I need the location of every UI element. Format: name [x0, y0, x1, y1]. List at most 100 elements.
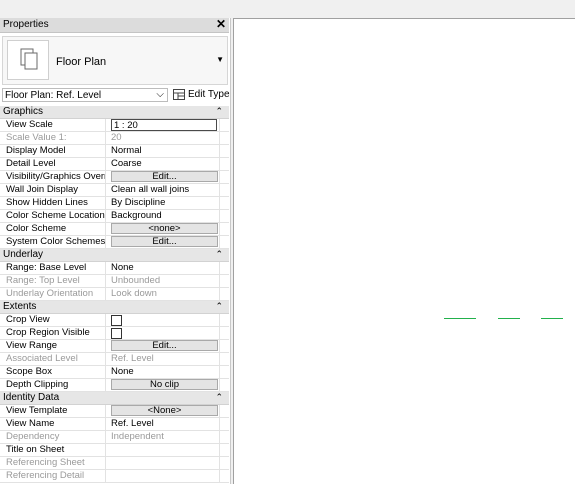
- property-value: [111, 470, 217, 482]
- collapse-icon[interactable]: ⌃: [215, 392, 223, 403]
- wall-join-value[interactable]: Clean all wall joins: [111, 184, 217, 196]
- group-identity-data[interactable]: Identity Data ⌃: [0, 392, 229, 405]
- row-depth-clipping: Depth Clipping No clip: [0, 379, 229, 392]
- property-name: Dependency: [0, 431, 106, 443]
- property-name: Crop Region Visible: [0, 327, 106, 339]
- drawing-area[interactable]: [233, 18, 575, 484]
- properties-palette: Properties ✕ Floor Plan ▼ Floor Plan: Re…: [0, 17, 231, 484]
- crop-region-cell: [111, 327, 217, 339]
- property-name: Range: Base Level: [0, 262, 106, 274]
- green-line-segment: [498, 318, 520, 319]
- chevron-down-icon[interactable]: ⌵: [156, 89, 164, 100]
- row-dependency: Dependency Independent: [0, 431, 229, 444]
- property-name: Wall Join Display: [0, 184, 106, 196]
- visibility-edit-button[interactable]: Edit...: [111, 171, 218, 182]
- group-graphics[interactable]: Graphics ⌃: [0, 106, 229, 119]
- collapse-icon[interactable]: ⌃: [215, 249, 223, 260]
- property-name: Color Scheme: [0, 223, 106, 235]
- row-scale-value: Scale Value 1: 20: [0, 132, 229, 145]
- property-name: System Color Schemes: [0, 236, 106, 248]
- row-view-scale: View Scale 1 : 20: [0, 119, 229, 132]
- property-value: Unbounded: [111, 275, 161, 286]
- property-grid: Graphics ⌃ View Scale 1 : 20 Scale Value…: [0, 106, 229, 483]
- row-range-base: Range: Base Level None: [0, 262, 229, 275]
- instance-filter-value: Floor Plan: Ref. Level: [5, 90, 102, 101]
- type-name: Floor Plan: [56, 56, 107, 68]
- property-name: View Name: [0, 418, 106, 430]
- property-name: View Scale: [0, 119, 106, 131]
- palette-title-bar: Properties ✕: [0, 17, 229, 33]
- scope-box-value[interactable]: None: [111, 366, 217, 378]
- color-scheme-location-value[interactable]: Background: [111, 210, 217, 222]
- view-scale-input[interactable]: 1 : 20: [111, 119, 217, 131]
- group-label: Underlay: [3, 249, 44, 260]
- collapse-icon[interactable]: ⌃: [215, 106, 223, 117]
- row-associated-level: Associated Level Ref. Level: [0, 353, 229, 366]
- row-scope-box: Scope Box None: [0, 366, 229, 379]
- property-name: Depth Clipping: [0, 379, 106, 391]
- row-range-top: Range: Top Level Unbounded: [0, 275, 229, 288]
- property-name: Scope Box: [0, 366, 106, 378]
- range-base-value[interactable]: None: [111, 262, 217, 274]
- property-name: Referencing Sheet: [0, 457, 106, 469]
- floor-plan-icon: [7, 40, 49, 80]
- view-template-button[interactable]: <None>: [111, 405, 218, 416]
- row-view-range: View Range Edit...: [0, 340, 229, 353]
- collapse-icon[interactable]: ⌃: [215, 301, 223, 312]
- row-referencing-sheet: Referencing Sheet: [0, 457, 229, 470]
- depth-clipping-button[interactable]: No clip: [111, 379, 218, 390]
- row-referencing-detail: Referencing Detail: [0, 470, 229, 483]
- green-line-segment: [541, 318, 563, 319]
- property-name: Color Scheme Location: [0, 210, 106, 222]
- row-underlay-orientation: Underlay Orientation Look down: [0, 288, 229, 301]
- property-value: 20: [111, 132, 122, 143]
- edit-type-icon: [173, 89, 186, 104]
- green-line-segment: [444, 318, 476, 319]
- color-scheme-button[interactable]: <none>: [111, 223, 218, 234]
- property-name: Display Model: [0, 145, 106, 157]
- property-value: Ref. Level: [111, 353, 154, 364]
- dropdown-arrow-icon[interactable]: ▼: [216, 55, 224, 64]
- row-crop-view: Crop View: [0, 314, 229, 327]
- crop-view-cell: [111, 314, 217, 326]
- detail-level-value[interactable]: Coarse: [111, 158, 217, 170]
- row-view-name: View Name Ref. Level: [0, 418, 229, 431]
- property-name: Visibility/Graphics Overri...: [0, 171, 106, 183]
- edit-type-button[interactable]: Edit Type: [173, 87, 230, 104]
- view-name-value[interactable]: Ref. Level: [111, 418, 217, 430]
- crop-region-checkbox[interactable]: [111, 328, 122, 339]
- group-label: Graphics: [3, 106, 44, 117]
- crop-view-checkbox[interactable]: [111, 315, 122, 326]
- row-view-template: View Template <None>: [0, 405, 229, 418]
- display-model-value[interactable]: Normal: [111, 145, 217, 157]
- row-hidden-lines: Show Hidden Lines By Discipline: [0, 197, 229, 210]
- close-icon[interactable]: ✕: [216, 17, 226, 31]
- title-on-sheet-value[interactable]: [111, 444, 217, 456]
- row-detail-level: Detail Level Coarse: [0, 158, 229, 171]
- property-name: Detail Level: [0, 158, 106, 170]
- property-name: View Template: [0, 405, 106, 417]
- property-name: Associated Level: [0, 353, 106, 365]
- group-extents[interactable]: Extents ⌃: [0, 301, 229, 314]
- type-selector[interactable]: Floor Plan ▼: [2, 36, 228, 85]
- palette-title: Properties: [3, 19, 49, 30]
- row-title-on-sheet: Title on Sheet: [0, 444, 229, 457]
- property-name: Scale Value 1:: [0, 132, 106, 144]
- row-color-scheme: Color Scheme <none>: [0, 223, 229, 236]
- property-name: Referencing Detail: [0, 470, 106, 482]
- group-label: Extents: [3, 301, 37, 312]
- view-range-edit-button[interactable]: Edit...: [111, 340, 218, 351]
- group-underlay[interactable]: Underlay ⌃: [0, 249, 229, 262]
- property-value: Independent: [111, 431, 164, 442]
- property-name: Underlay Orientation: [0, 288, 106, 300]
- system-color-edit-button[interactable]: Edit...: [111, 236, 218, 247]
- property-name: Show Hidden Lines: [0, 197, 106, 209]
- property-value: Look down: [111, 288, 157, 299]
- row-display-model: Display Model Normal: [0, 145, 229, 158]
- property-value: [111, 457, 217, 469]
- hidden-lines-value[interactable]: By Discipline: [111, 197, 217, 209]
- row-system-color: System Color Schemes Edit...: [0, 236, 229, 249]
- row-color-scheme-location: Color Scheme Location Background: [0, 210, 229, 223]
- property-name: Title on Sheet: [0, 444, 106, 456]
- instance-filter-select[interactable]: Floor Plan: Ref. Level ⌵: [2, 88, 168, 102]
